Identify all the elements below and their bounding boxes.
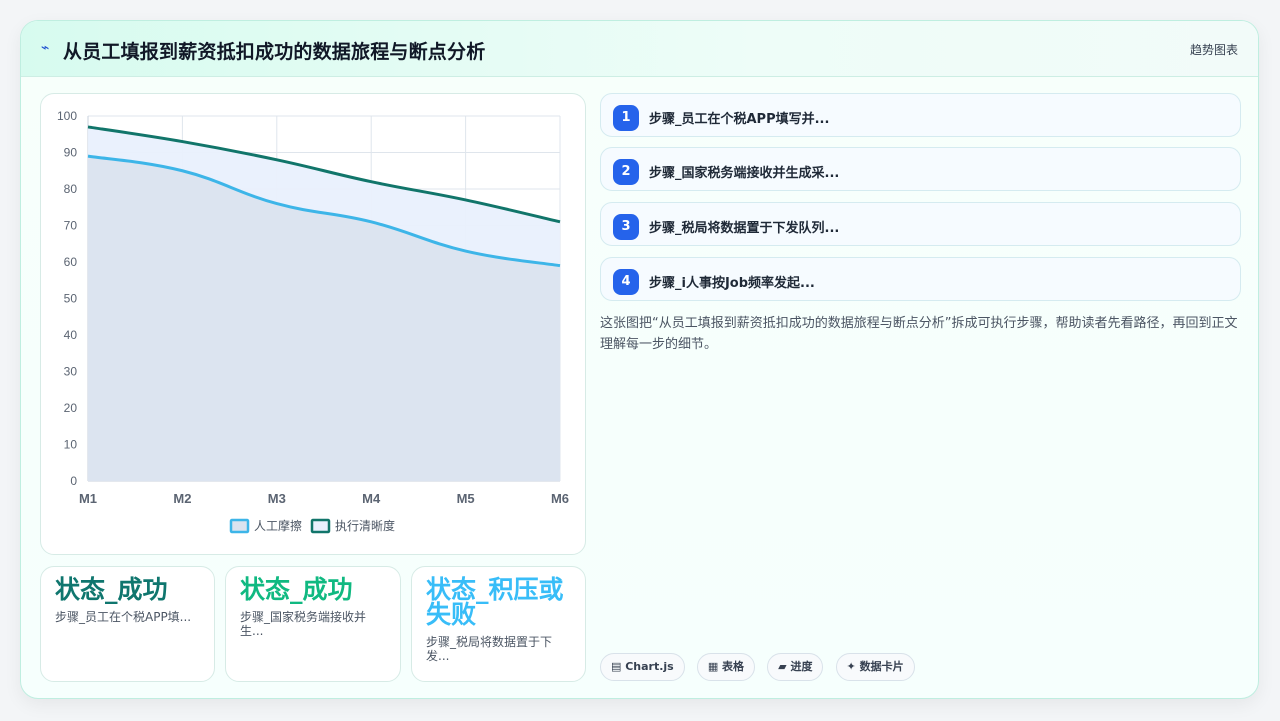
x-tick-label: M6: [551, 491, 569, 506]
area-chart: 0 10 20 30 40 50 60 70 80 90 100 M1 M2 M3 M4 M5 M6 人工摩擦 执行…: [57, 109, 569, 534]
chart-panel: 0 10 20 30 40 50 60 70 80 90 100 M1 M2 M3 M4 M5 M6 人工摩擦 执行…: [40, 93, 586, 555]
description-text: 这张图把“从员工填报到薪资抵扣成功的数据旅程与断点分析”拆成可执行步骤，帮助读者…: [600, 316, 1238, 352]
step-label: 步骤_员工在个税APP填写并...: [649, 112, 830, 127]
chip-table[interactable]: ▦ 表格: [696, 653, 756, 681]
legend-swatch-1: [229, 518, 250, 534]
page-title: 从员工填报到薪资抵扣成功的数据旅程与断点分析: [63, 41, 486, 63]
y-tick-label: 70: [64, 219, 78, 233]
stat-label: 步骤_税局将数据置于下发...: [426, 635, 553, 663]
y-tick-label: 30: [64, 365, 78, 379]
step-number: 3: [613, 214, 639, 240]
step-label: 步骤_国家税务端接收并生成采...: [649, 166, 840, 181]
step-item-2[interactable]: 2 步骤_国家税务端接收并生成采...: [600, 147, 1241, 191]
legend-label-2: 执行清晰度: [335, 518, 395, 533]
stat-value: 状态_成功: [55, 575, 168, 604]
x-tick-label: M2: [173, 491, 191, 506]
tech-chips: ▤ Chart.js ▦ 表格 ▰ 进度 ✦ 数据卡片: [600, 653, 922, 681]
x-tick-label: M3: [268, 491, 286, 506]
step-item-4[interactable]: 4 步骤_i人事按Job频率发起...: [600, 257, 1241, 301]
stat-card-2: 状态_成功 步骤_国家税务端接收并生...: [225, 566, 401, 682]
y-tick-label: 10: [64, 438, 78, 452]
y-tick-label: 50: [64, 292, 78, 306]
y-tick-label: 100: [57, 109, 77, 123]
y-tick-label: 0: [70, 474, 77, 488]
stat-value: 状态_成功: [240, 575, 353, 604]
chip-progress[interactable]: ▰ 进度: [767, 653, 824, 681]
step-label: 步骤_i人事按Job频率发起...: [649, 276, 815, 291]
step-item-3[interactable]: 3 步骤_税局将数据置于下发队列...: [600, 202, 1241, 246]
step-item-1[interactable]: 1 步骤_员工在个税APP填写并...: [600, 93, 1241, 137]
step-number: 4: [613, 269, 639, 295]
legend-swatch-2: [310, 518, 331, 534]
stat-label: 步骤_国家税务端接收并生...: [240, 610, 367, 638]
x-tick-label: M1: [79, 491, 97, 506]
step-number: 1: [613, 105, 639, 131]
chart-type-tag: 趋势图表: [1189, 43, 1238, 57]
y-tick-label: 60: [64, 255, 78, 269]
stat-card-3: 状态_积压或失败 步骤_税局将数据置于下发...: [411, 566, 586, 682]
chip-chartjs[interactable]: ▤ Chart.js: [600, 653, 685, 681]
step-number: 2: [613, 159, 639, 185]
y-tick-label: 80: [64, 182, 78, 196]
y-tick-label: 90: [64, 146, 78, 160]
dashboard-card: ⌁ 从员工填报到薪资抵扣成功的数据旅程与断点分析 趋势图表 0 10 20 30 40 5…: [20, 20, 1259, 699]
header: ⌁ 从员工填报到薪资抵扣成功的数据旅程与断点分析 趋势图表: [21, 21, 1258, 77]
stat-value: 状态_积压或失败: [426, 575, 564, 629]
x-tick-label: M4: [362, 491, 381, 506]
stat-label: 步骤_员工在个税APP填...: [55, 610, 192, 624]
x-tick-label: M5: [457, 491, 475, 506]
y-tick-label: 20: [64, 401, 78, 415]
y-tick-label: 40: [64, 328, 78, 342]
legend-label-1: 人工摩擦: [254, 518, 302, 533]
chip-data-card[interactable]: ✦ 数据卡片: [835, 653, 915, 681]
pulse-icon: ⌁: [41, 40, 50, 56]
stat-card-1: 状态_成功 步骤_员工在个税APP填...: [40, 566, 215, 682]
step-label: 步骤_税局将数据置于下发队列...: [649, 221, 840, 236]
